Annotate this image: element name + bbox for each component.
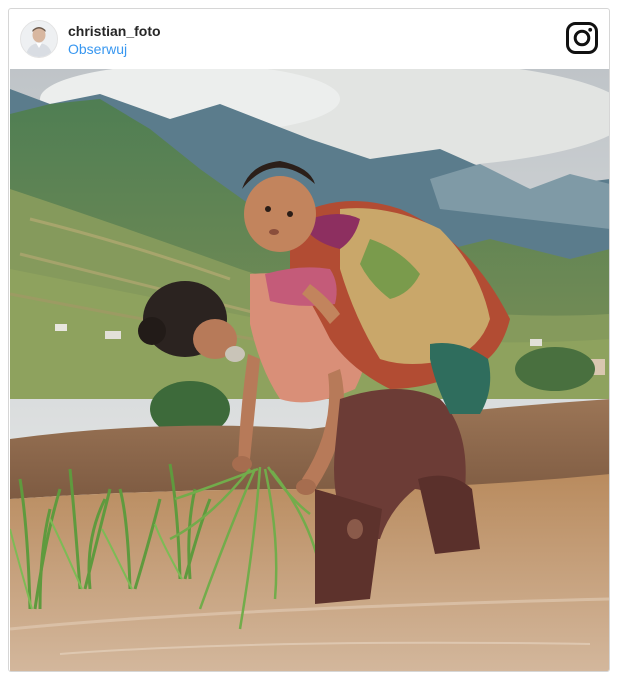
instagram-icon[interactable]	[566, 22, 598, 54]
avatar-icon	[21, 21, 57, 57]
profile-avatar[interactable]	[20, 20, 58, 58]
post-photo[interactable]	[10, 69, 609, 671]
username[interactable]: christian_foto	[68, 22, 161, 40]
post-header: christian_foto Obserwuj	[9, 9, 609, 69]
follow-link[interactable]: Obserwuj	[68, 40, 127, 58]
instagram-post-card: christian_foto Obserwuj	[8, 8, 610, 672]
rice-field-photo	[10, 69, 609, 671]
